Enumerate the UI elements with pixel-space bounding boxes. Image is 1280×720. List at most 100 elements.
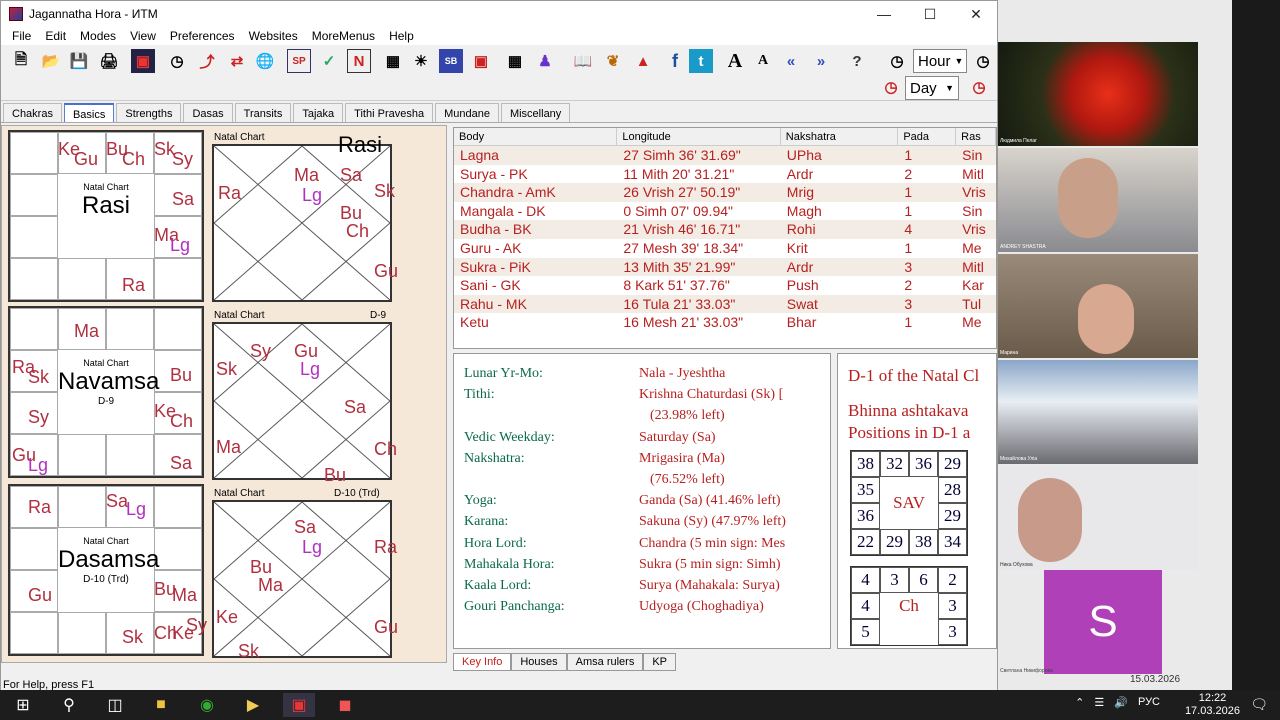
col-header-nakshatra[interactable]: Nakshatra [781,128,899,145]
open-folder-icon[interactable]: 📂 [39,49,63,73]
participant-name: ANDREY SHASTRA [1000,244,1046,250]
forward-icon[interactable]: » [809,49,833,73]
chart-icon[interactable]: ▣ [131,49,155,73]
tab-chakras[interactable]: Chakras [3,103,62,122]
facebook-icon[interactable]: f [663,49,687,73]
tab-key-info[interactable]: Key Info [453,653,512,671]
table-row[interactable]: Lagna 27 Simh 36' 31.69" UPha 1 Sin [454,146,996,165]
time-forward-icon[interactable]: ◷ [971,49,995,73]
tab-mundane[interactable]: Mundane [435,103,499,122]
table-row[interactable]: Surya - PK 11 Mith 20' 31.21" Ardr 2 Mitl [454,165,996,184]
video-tile[interactable]: Михайлова Уліа [998,360,1198,464]
dance-icon[interactable]: ❦ [601,49,625,73]
maximize-button[interactable]: ☐ [907,1,953,27]
n-icon[interactable]: N [347,49,371,73]
tab-basics[interactable]: Basics [63,103,115,122]
table-cell: Push [786,277,819,294]
navamsa-south-chart[interactable]: Natal Chart Navamsa D-9 Ma Ra Sk Bu Sy Ke … [8,306,204,478]
col-header-rasi[interactable]: Ras [956,128,997,145]
tab-tajaka[interactable]: Tajaka [293,103,344,122]
app-icon[interactable]: ◼ [329,693,361,717]
video-tile[interactable]: Марина [998,254,1198,358]
sun-icon[interactable]: ☀ [409,49,433,73]
print-icon[interactable]: 🖨 [97,49,121,73]
people-icon[interactable]: ♟ [533,49,557,73]
help-icon[interactable]: ? [845,49,869,73]
chevron-up-icon[interactable]: ⌃ [1075,696,1084,709]
font-smaller-icon[interactable]: A [751,49,775,73]
menu-edit[interactable]: Edit [38,27,73,45]
grid-icon[interactable]: ▦ [381,49,405,73]
day-select[interactable]: Day ▼ [905,76,959,100]
chrome-icon[interactable]: ◉ [191,693,223,717]
back-icon[interactable]: « [779,49,803,73]
temple-icon[interactable]: ▲ [631,49,655,73]
video-tile[interactable]: Людмила Пелаг [998,42,1198,146]
menu-help[interactable]: Help [382,27,421,45]
tab-strengths[interactable]: Strengths [116,103,182,122]
col-header-pada[interactable]: Pada [898,128,957,145]
video-tile[interactable]: ANDREY SHASTRA [998,148,1198,252]
dasamsa-north-chart[interactable]: Sa Lg Bu Ma Ra Gu Ke Sk [212,500,398,660]
new-file-icon[interactable]: 🗎 [9,49,33,73]
table-icon[interactable]: ▦ [503,49,527,73]
tab-dasas[interactable]: Dasas [183,103,233,122]
media-icon[interactable]: ▶ [237,693,269,717]
close-button[interactable]: ✕ [953,1,997,27]
explorer-icon[interactable]: ■ [145,693,177,717]
tab-amsa-rulers[interactable]: Amsa rulers [566,653,644,671]
menu-file[interactable]: File [5,27,38,45]
twitter-icon[interactable]: t [689,49,713,73]
menu-websites[interactable]: Websites [242,27,305,45]
rasi-south-chart[interactable]: Natal Chart Rasi Ke Gu Bu Ch Sk Sy Sa Ma … [8,130,204,302]
frame-icon[interactable]: ▣ [469,49,493,73]
table-row[interactable]: Mangala - DK 0 Simh 07' 09.94" Magh 1 Sin [454,202,996,221]
font-larger-icon[interactable]: A [723,49,747,73]
menu-moremenus[interactable]: MoreMenus [305,27,382,45]
day-forward-icon[interactable]: ◷ [967,75,991,99]
tab-houses[interactable]: Houses [511,653,567,671]
table-row[interactable]: Ketu 16 Mesh 21' 33.03" Bhar 1 Me [454,313,996,332]
task-view-icon[interactable]: ◫ [99,693,131,717]
globe-icon[interactable]: 🌐 [253,49,277,73]
data-icon[interactable]: ◷ [165,49,189,73]
col-header-body[interactable]: Body [454,128,618,145]
swap-icon[interactable]: ⇄ [225,49,249,73]
wifi-icon[interactable]: ☰ [1094,696,1104,709]
language-indicator[interactable]: РУС [1138,696,1160,709]
day-back-icon[interactable]: ◷ [879,75,903,99]
menu-view[interactable]: View [123,27,163,45]
minimize-button[interactable]: — [861,1,907,27]
menu-modes[interactable]: Modes [73,27,123,45]
sb-icon[interactable]: SB [439,49,463,73]
tab-tithi-pravesha[interactable]: Tithi Pravesha [345,103,434,122]
table-row[interactable]: Rahu - MK 16 Tula 21' 33.03" Swat 3 Tul [454,294,996,314]
menu-preferences[interactable]: Preferences [163,27,242,45]
table-row[interactable]: Budha - BK 21 Vrish 46' 16.71" Rohi 4 Vris [454,220,996,239]
navamsa-north-chart[interactable]: Sy Gu Lg Sk Sa Ma Bu Ch [212,322,397,484]
volume-icon[interactable]: 🔊 [1114,696,1128,709]
col-header-longitude[interactable]: Longitude [617,128,781,145]
spkh-icon[interactable]: SP [287,49,311,73]
windows-start-icon[interactable]: ⊞ [7,693,39,717]
video-tile[interactable]: Ника Обухова [998,466,1198,570]
tab-transits[interactable]: Transits [234,103,292,122]
book-icon[interactable]: 📖 [571,49,595,73]
save-icon[interactable]: 💾 [67,49,91,73]
table-row[interactable]: Guru - AK 27 Mesh 39' 18.34" Krit 1 Me [454,239,996,258]
notification-icon[interactable]: 🗨 [1250,696,1268,713]
time-back-icon[interactable]: ◷ [885,49,909,73]
table-row[interactable]: Chandra - AmK 26 Vrish 27' 50.19" Mrig 1 Vri… [454,183,996,202]
clock[interactable]: 12:22 17.03.2026 [1185,692,1240,718]
rasi-north-chart[interactable]: Ma Lg Sa Ra Bu Ch Sk Gu [212,144,398,302]
tab-miscellany[interactable]: Miscellany [500,103,571,122]
transit-icon[interactable]: ⤴ [195,49,219,73]
tab-kp[interactable]: KP [643,653,677,671]
table-row[interactable]: Sukra - PiK 13 Mith 35' 21.99" Ardr 3 Mitl [454,257,996,277]
search-icon[interactable]: ⚲ [53,693,85,717]
kp-icon[interactable]: ✓ [317,49,341,73]
hour-select[interactable]: Hour ▼ [913,49,967,73]
table-row[interactable]: Sani - GK 8 Kark 51' 37.76" Push 2 Kar [454,276,996,295]
jhora-icon[interactable]: ▣ [283,693,315,717]
dasamsa-south-chart[interactable]: Natal Chart Dasamsa D-10 (Trd) Ra Sa Lg Bu… [8,484,207,656]
